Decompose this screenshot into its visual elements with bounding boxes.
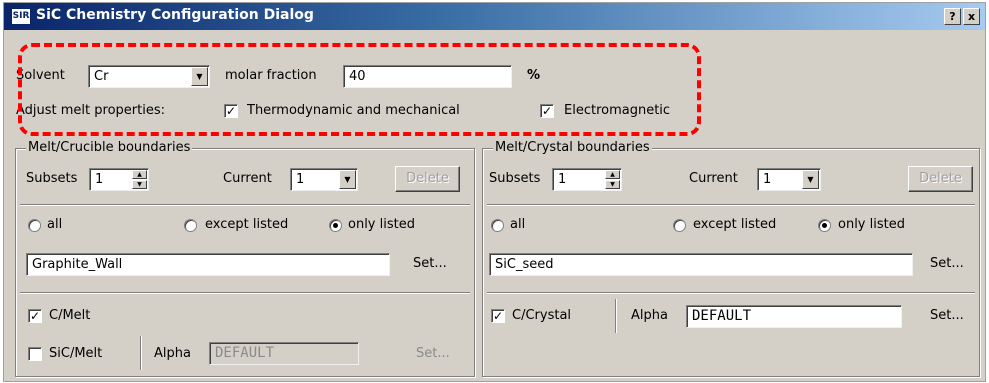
app-icon: SIR [11, 8, 31, 25]
melt-crucible-group: Melt/Crucible boundaries Subsets 1 ▲ ▼ C… [15, 140, 475, 377]
check-icon: ✓ [29, 309, 41, 323]
help-button[interactable]: ? [944, 8, 961, 25]
melt-crystal-group: Melt/Crystal boundaries Subsets 1 ▲ ▼ Cu… [482, 140, 980, 377]
mc-subsets-spin[interactable]: ▲ ▼ [132, 170, 147, 189]
c-crystal-label: C/Crystal [512, 308, 572, 323]
sic-melt-label: SiC/Melt [49, 346, 103, 361]
divider [487, 292, 975, 294]
divider [20, 292, 470, 294]
mc-subsets-stepper[interactable]: 1 ▲ ▼ [89, 168, 149, 191]
mc-subsets-value: 1 [95, 172, 104, 187]
chemistry-dialog: SIR SiC Chemistry Configuration Dialog ?… [3, 2, 986, 382]
close-button[interactable]: x [963, 8, 980, 25]
mcr-alpha-label: Alpha [631, 308, 668, 323]
mcr-radio-only[interactable] [818, 219, 831, 232]
mc-alpha-label: Alpha [154, 346, 191, 361]
check-icon: ✓ [492, 309, 504, 323]
mcr-set-link[interactable]: Set... [930, 255, 964, 273]
divider [615, 299, 617, 333]
mc-current-label: Current [223, 171, 272, 186]
c-melt-checkbox[interactable]: ✓ [28, 309, 42, 323]
radio-selected-dot [333, 223, 338, 228]
spin-up-icon[interactable]: ▲ [605, 170, 620, 179]
mcr-subsets-label: Subsets [489, 171, 541, 186]
mcr-alpha-input[interactable]: DEFAULT [686, 305, 902, 328]
sic-melt-checkbox[interactable] [28, 347, 42, 361]
mcr-radio-except-label: except listed [693, 217, 777, 232]
mc-radio-except[interactable] [184, 219, 197, 232]
spin-up-icon[interactable]: ▲ [132, 170, 147, 179]
chevron-down-icon[interactable]: ▼ [802, 170, 819, 189]
chevron-down-icon[interactable]: ▼ [339, 170, 356, 189]
melt-crucible-title: Melt/Crucible boundaries [26, 140, 193, 156]
spin-down-icon[interactable]: ▼ [605, 180, 620, 189]
divider [20, 204, 470, 206]
mc-set-link[interactable]: Set... [413, 255, 447, 273]
mc-alpha-set-link[interactable]: Set... [416, 345, 450, 363]
melt-crystal-title: Melt/Crystal boundaries [493, 140, 652, 156]
mc-radio-except-label: except listed [205, 217, 289, 232]
mcr-radio-all[interactable] [491, 219, 504, 232]
mc-radio-all[interactable] [28, 219, 41, 232]
mc-delete-button[interactable]: Delete [395, 166, 460, 192]
mc-current-value: 1 [296, 172, 305, 187]
title-bar[interactable]: SIR SiC Chemistry Configuration Dialog ?… [4, 3, 985, 30]
highlight-annotation [18, 43, 701, 136]
mc-current-select[interactable]: 1 ▼ [290, 168, 358, 191]
mc-radio-only[interactable] [329, 219, 342, 232]
mcr-subsets-spin[interactable]: ▲ ▼ [605, 170, 620, 189]
mcr-subsets-value: 1 [558, 172, 567, 187]
mcr-subsets-stepper[interactable]: 1 ▲ ▼ [552, 168, 622, 191]
mcr-current-value: 1 [763, 172, 772, 187]
spin-down-icon[interactable]: ▼ [132, 180, 147, 189]
mcr-current-select[interactable]: 1 ▼ [757, 168, 821, 191]
mc-radio-only-label: only listed [348, 217, 415, 232]
divider [487, 204, 975, 206]
mc-radio-all-label: all [47, 217, 63, 232]
c-melt-label: C/Melt [49, 308, 91, 323]
mc-list-input[interactable]: Graphite_Wall [26, 253, 390, 276]
mcr-radio-all-label: all [510, 217, 526, 232]
divider [140, 336, 142, 370]
mcr-radio-except[interactable] [673, 219, 686, 232]
mc-subsets-label: Subsets [26, 171, 78, 186]
radio-selected-dot [822, 223, 827, 228]
mcr-alpha-set-link[interactable]: Set... [930, 307, 964, 325]
mcr-radio-only-label: only listed [838, 217, 905, 232]
window-title: SiC Chemistry Configuration Dialog [36, 7, 314, 23]
mcr-current-label: Current [689, 171, 738, 186]
mcr-list-input[interactable]: SiC_seed [489, 253, 913, 276]
mcr-delete-button[interactable]: Delete [908, 166, 973, 192]
c-crystal-checkbox[interactable]: ✓ [491, 309, 505, 323]
mc-alpha-input[interactable]: DEFAULT [209, 342, 359, 365]
